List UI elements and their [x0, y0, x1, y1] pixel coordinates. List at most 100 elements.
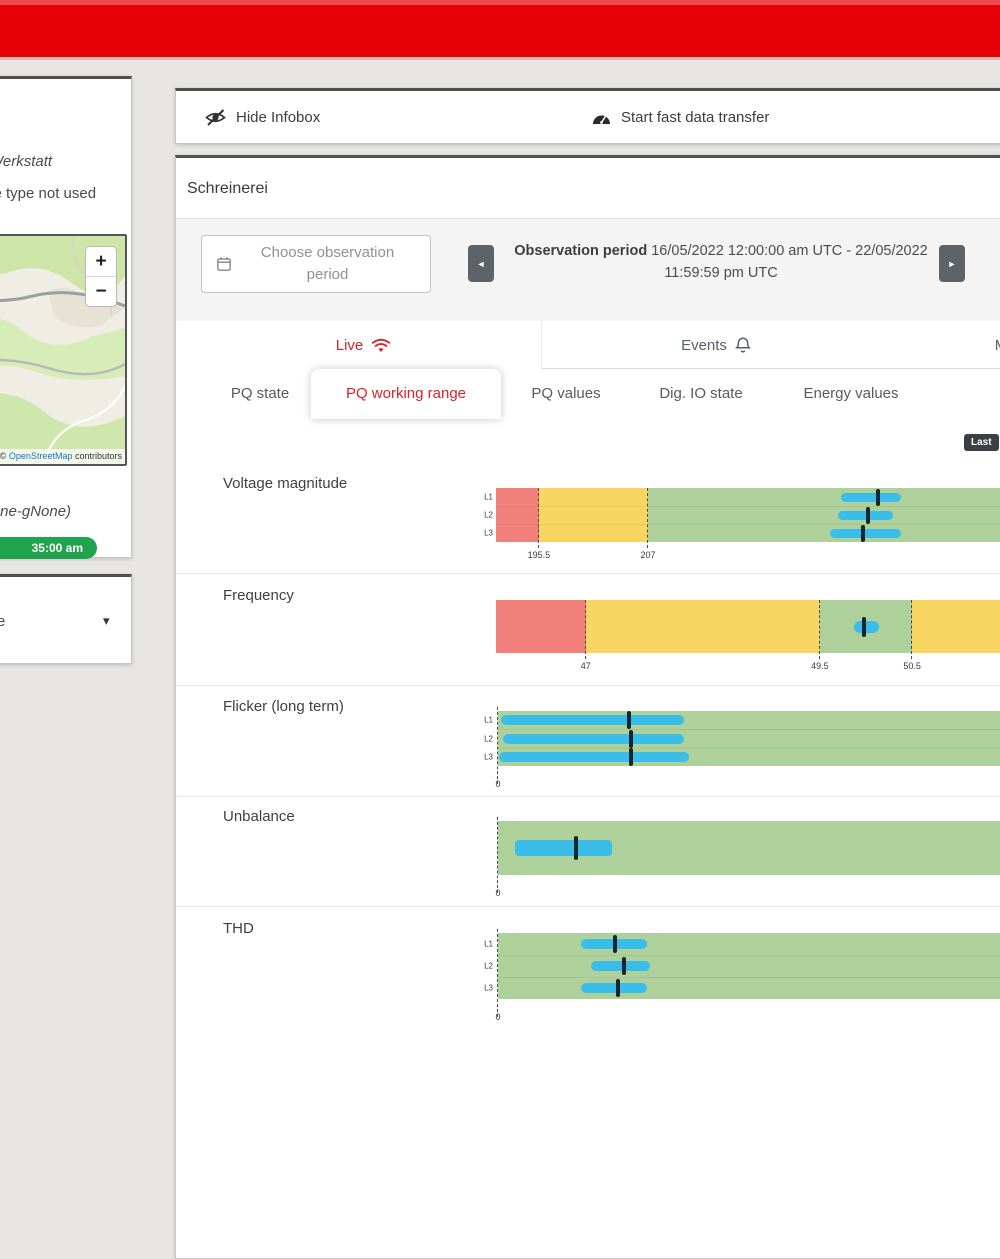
chevron-down-icon[interactable]: ▾ — [103, 613, 110, 629]
gauge-zone-yellow — [586, 600, 820, 653]
gauge-phase-label: L2 — [484, 962, 496, 971]
gauge-range-bar — [499, 752, 689, 762]
gauge-tick-label: 50.5 — [903, 661, 921, 671]
calendar-icon — [216, 256, 232, 272]
subtab-pq-working-range[interactable]: PQ working range — [311, 369, 501, 419]
map-zoom-out-button[interactable]: − — [86, 277, 116, 306]
sidebar-dropdown-card: e ▾ — [0, 574, 132, 664]
main-panel: Schreinerei Choose observation period ◄ … — [175, 155, 1000, 1259]
gauge-tick-line — [497, 817, 498, 893]
infobox-toolbar: Hide Infobox Start fast data transfer — [175, 88, 1000, 144]
gauge-median-tick — [613, 935, 617, 953]
page-title: Schreinerei — [187, 180, 268, 198]
fast-data-transfer-button[interactable]: Start fast data transfer — [591, 91, 769, 143]
main-tabs: Live Events M — [176, 321, 1000, 369]
tab-live[interactable]: Live — [186, 321, 542, 369]
subtab-pq-values[interactable]: PQ values — [531, 369, 600, 419]
gauge-phase-label: L3 — [484, 529, 496, 538]
gauge-median-tick — [622, 957, 626, 975]
fast-data-transfer-label: Start fast data transfer — [621, 109, 769, 126]
gauge-row-separator — [496, 977, 1000, 978]
device-note: Device type not used — [0, 185, 96, 202]
gauge-tick-line — [647, 488, 648, 548]
eye-slash-icon — [204, 108, 227, 127]
gauge-zone-yellow — [912, 600, 1000, 653]
gauge-median-tick — [574, 836, 578, 860]
subtab-pq-state[interactable]: PQ state — [231, 369, 289, 419]
gauge-voltage-magnitude: 195.5207L1L2L3 — [496, 488, 1000, 542]
gauge-range-bar — [581, 983, 647, 993]
arrow-left-icon: ◄ — [477, 259, 486, 269]
gauge-row-separator — [496, 729, 1000, 730]
subtab-energy-values[interactable]: Energy values — [803, 369, 898, 419]
sidebar-info-card: Werkstatt Device type not used + − © Ope… — [0, 76, 132, 558]
gauge-tick-label: 47 — [581, 661, 591, 671]
observation-period-value: 16/05/2022 12:00:00 am UTC - 22/05/2022 … — [651, 243, 928, 281]
gauge-thd: 0L1L2L3 — [496, 933, 1000, 999]
gauge-zone-yellow — [539, 488, 648, 542]
choose-observation-period-button[interactable]: Choose observation period — [201, 235, 431, 293]
tab-measurements[interactable]: M — [981, 321, 1000, 369]
location-name: Werkstatt — [0, 153, 52, 170]
divider — [176, 573, 1000, 574]
map-zoom-in-button[interactable]: + — [86, 247, 116, 277]
gauge-row-separator — [496, 524, 1000, 525]
gauge-tick-label: 0 — [496, 1012, 501, 1022]
gauge-range-bar — [854, 621, 879, 633]
gauge-range-bar — [591, 961, 650, 971]
tachometer-icon — [591, 109, 612, 126]
hide-infobox-label: Hide Infobox — [236, 109, 320, 126]
gauge-row-separator — [496, 955, 1000, 956]
gauge-median-tick — [629, 730, 633, 748]
observation-period-text: Observation period 16/05/2022 12:00:00 a… — [506, 240, 936, 285]
gauge-phase-label: L2 — [484, 511, 496, 520]
tab-live-label: Live — [336, 337, 364, 354]
last-period-badge[interactable]: Last — [964, 434, 999, 451]
gauge-flicker: 0L1L2L3 — [496, 711, 1000, 766]
tab-events-label: Events — [681, 337, 727, 354]
gauge-row-separator — [496, 748, 1000, 749]
map[interactable]: + − © OpenStreetMap contributors — [0, 234, 127, 466]
gauge-phase-label: L2 — [484, 734, 496, 743]
gauge-tick-label: 0 — [496, 888, 501, 898]
previous-period-button[interactable]: ◄ — [468, 245, 494, 282]
gauge-median-tick — [862, 617, 866, 637]
gauge-label-unbalance: Unbalance — [223, 808, 295, 825]
gauge-range-bar — [830, 529, 901, 538]
gauge-tick-line — [585, 600, 586, 659]
gauge-tick-line — [819, 600, 820, 659]
gauge-phase-label: L1 — [484, 940, 496, 949]
map-attribution-link[interactable]: OpenStreetMap — [9, 451, 73, 461]
tab-events[interactable]: Events — [541, 321, 891, 369]
map-attribution: © OpenStreetMap contributors — [0, 449, 125, 464]
observation-period-bar: Choose observation period ◄ Observation … — [176, 219, 1000, 322]
map-zoom-control: + − — [85, 246, 117, 307]
divider — [176, 906, 1000, 907]
sidebar-dropdown-label: e — [0, 613, 5, 630]
pq-subtabs: PQ state PQ working range PQ values Dig.… — [176, 369, 1000, 419]
gauge-zone-red — [496, 488, 539, 542]
gauge-tick-label: 0 — [496, 779, 501, 789]
arrow-right-icon: ► — [948, 259, 957, 269]
gauge-zone-green — [498, 933, 1000, 999]
gauge-median-tick — [876, 489, 880, 506]
gauge-tick-line — [538, 488, 539, 548]
tab-measurements-label: M — [995, 337, 1000, 354]
gauge-zone-red — [496, 600, 586, 653]
gauge-phase-label: L3 — [484, 984, 496, 993]
gauge-phase-label: L1 — [484, 716, 496, 725]
gauge-range-bar — [503, 734, 684, 744]
gauge-median-tick — [861, 525, 865, 542]
group-label: (None-gNone) — [0, 503, 71, 520]
gauge-range-bar — [501, 715, 684, 725]
gauge-tick-line — [497, 929, 498, 1017]
time-badge: 35:00 am — [0, 537, 97, 559]
next-period-button[interactable]: ► — [939, 245, 965, 282]
divider — [176, 685, 1000, 686]
hide-infobox-button[interactable]: Hide Infobox — [204, 91, 320, 143]
gauge-median-tick — [866, 507, 870, 524]
bell-icon — [735, 336, 751, 354]
gauge-frequency: 4749.550.5 — [496, 600, 1000, 653]
subtab-dig-io-state[interactable]: Dig. IO state — [659, 369, 742, 419]
gauge-phase-label: L3 — [484, 752, 496, 761]
